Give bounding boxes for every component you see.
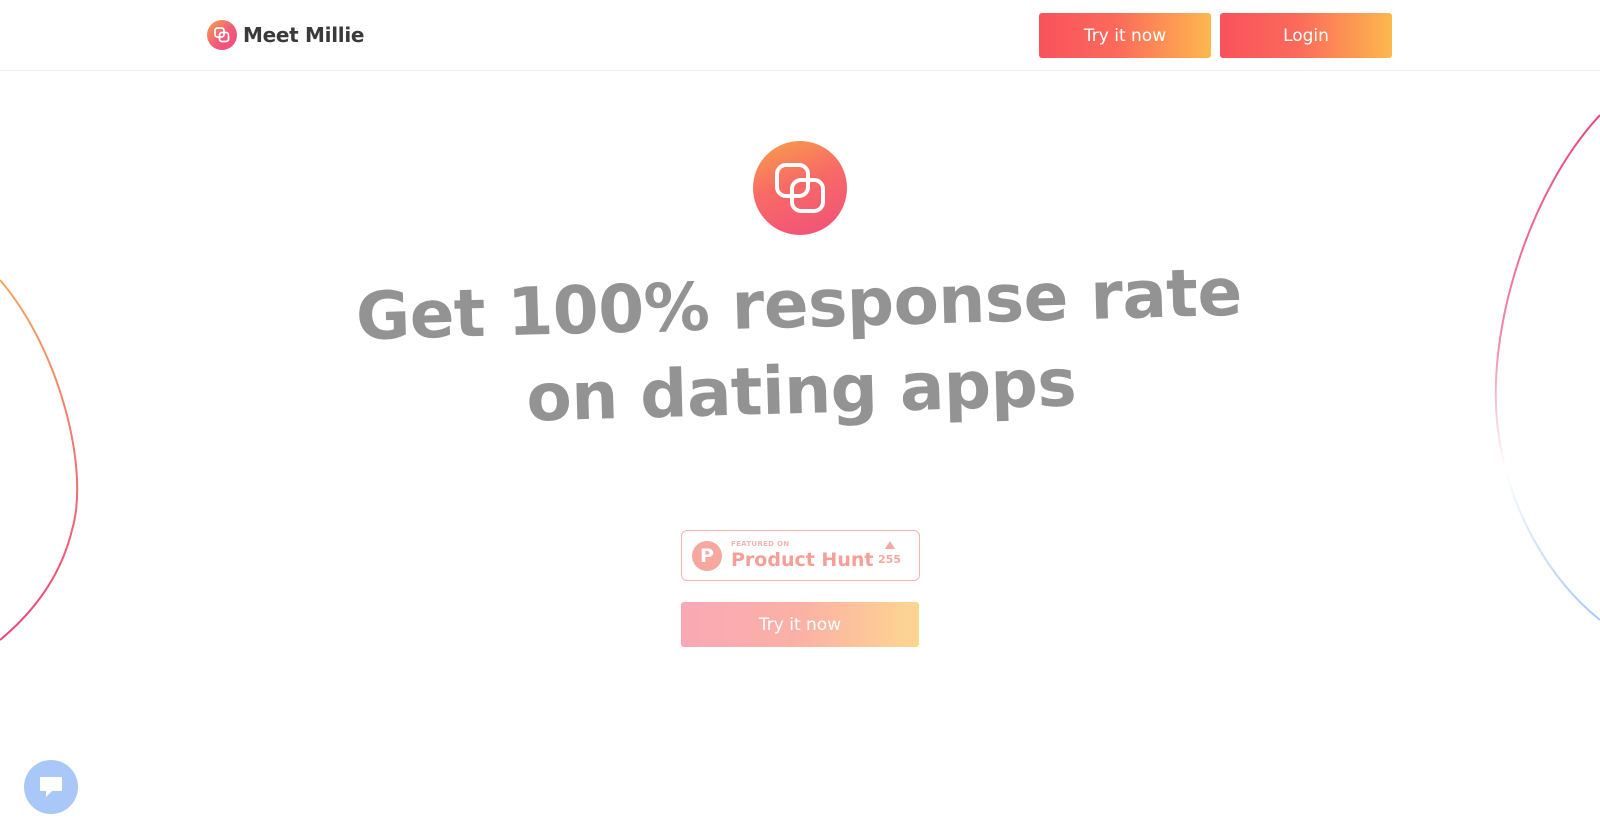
product-hunt-votes: 255: [878, 541, 901, 566]
hero-app-icon: [753, 141, 847, 235]
hero-try-it-now-button[interactable]: Try it now: [681, 602, 919, 647]
product-hunt-featured-label: FEATURED ON: [731, 540, 790, 548]
hero-headline: Get 100% response rate on dating apps: [338, 249, 1262, 447]
left-decorative-arc: [0, 279, 79, 641]
right-decorative-arc: [1494, 114, 1600, 621]
overlapping-squares-icon: [775, 163, 825, 213]
brand-name: Meet Millie: [243, 23, 365, 47]
product-hunt-logo-icon: P: [692, 540, 722, 571]
overlapping-squares-icon: [207, 20, 237, 50]
product-hunt-vote-count: 255: [878, 553, 901, 566]
try-it-now-button[interactable]: Try it now: [1039, 13, 1211, 58]
upvote-arrow-icon: [884, 541, 895, 549]
top-navbar: Meet Millie Try it now Login: [0, 0, 1600, 71]
brand-home-link[interactable]: Meet Millie: [207, 20, 364, 50]
login-button[interactable]: Login: [1220, 13, 1392, 58]
chat-launcher-button[interactable]: [24, 760, 78, 814]
product-hunt-name: Product Hunt: [731, 549, 874, 571]
product-hunt-badge[interactable]: P FEATURED ON Product Hunt 255: [681, 530, 920, 581]
product-hunt-text: FEATURED ON Product Hunt: [731, 541, 873, 570]
chat-bubble-icon: [40, 777, 62, 797]
landing-page: Meet Millie Try it now Login Get 100% re…: [0, 0, 1600, 834]
